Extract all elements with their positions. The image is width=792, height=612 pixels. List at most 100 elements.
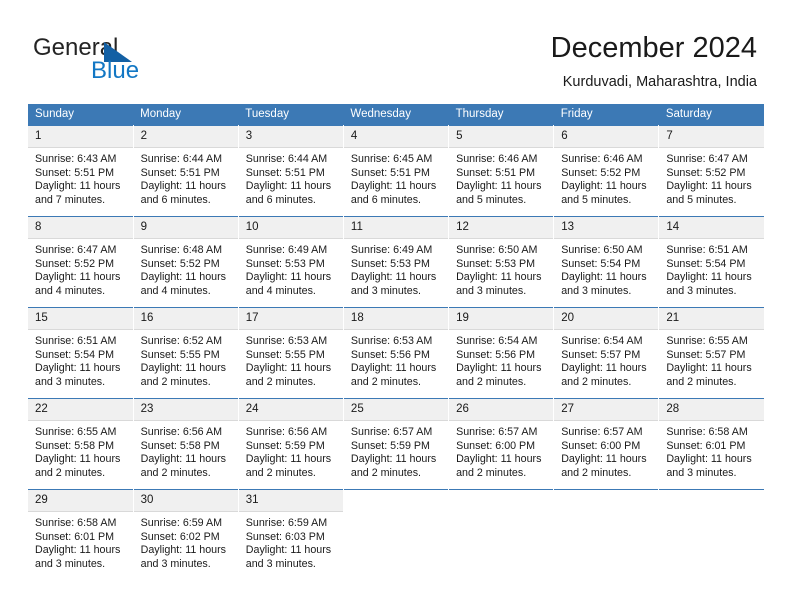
sunrise-text: Sunrise: 6:52 AM (140, 335, 223, 347)
daylight-text-line1: Daylight: 11 hours (666, 362, 752, 375)
day-cell[interactable]: 1 Sunrise: 6:43 AM Sunset: 5:51 PM Dayli… (28, 125, 134, 217)
daylight-text-line1: Daylight: 11 hours (35, 453, 121, 466)
day-cell[interactable]: 10 Sunrise: 6:49 AM Sunset: 5:53 PM Dayl… (238, 216, 344, 308)
daylight-text-line1: Daylight: 11 hours (350, 362, 437, 375)
day-number: 3 (238, 126, 343, 148)
sunset-text: Sunset: 6:00 PM (561, 439, 641, 452)
day-cell[interactable]: 29 Sunrise: 6:58 AM Sunset: 6:01 PM Dayl… (28, 489, 134, 580)
day-cell[interactable]: 31 Sunrise: 6:59 AM Sunset: 6:03 PM Dayl… (238, 489, 344, 580)
day-details: Sunrise: 6:49 AM Sunset: 5:53 PM Dayligh… (344, 239, 448, 298)
day-number: 7 (659, 126, 764, 148)
day-number: 1 (28, 126, 133, 148)
day-number: 20 (554, 308, 659, 330)
day-cell[interactable]: 22 Sunrise: 6:55 AM Sunset: 5:58 PM Dayl… (28, 398, 134, 490)
daylight-text-line2: and 3 minutes. (35, 557, 106, 570)
day-number: 22 (28, 399, 133, 421)
day-cell[interactable]: 25 Sunrise: 6:57 AM Sunset: 5:59 PM Dayl… (343, 398, 450, 490)
daylight-text-line1: Daylight: 11 hours (350, 271, 437, 284)
daylight-text-line1: Daylight: 11 hours (561, 271, 647, 284)
day-number: 2 (133, 126, 238, 148)
week-row: 1 Sunrise: 6:43 AM Sunset: 5:51 PM Dayli… (28, 125, 764, 217)
sunrise-text: Sunrise: 6:54 AM (456, 335, 538, 347)
daylight-text-line2: and 3 minutes. (666, 466, 737, 479)
daylight-text-line1: Daylight: 11 hours (140, 362, 226, 375)
day-number: 14 (659, 217, 764, 239)
day-details: Sunrise: 6:50 AM Sunset: 5:53 PM Dayligh… (449, 239, 553, 298)
daylight-text-line1: Daylight: 11 hours (245, 362, 332, 375)
sunset-text: Sunset: 5:59 PM (350, 439, 430, 452)
day-cell[interactable]: 24 Sunrise: 6:56 AM Sunset: 5:59 PM Dayl… (238, 398, 344, 490)
sunset-text: Sunset: 5:52 PM (666, 166, 746, 179)
day-details: Sunrise: 6:46 AM Sunset: 5:51 PM Dayligh… (449, 148, 553, 207)
day-cell-empty (658, 489, 764, 580)
sunrise-text: Sunrise: 6:47 AM (35, 244, 117, 256)
day-cell[interactable]: 17 Sunrise: 6:53 AM Sunset: 5:55 PM Dayl… (238, 307, 344, 399)
day-number: 29 (28, 490, 133, 512)
sunrise-text: Sunrise: 6:49 AM (245, 244, 328, 256)
weekday-header-friday: Friday (553, 104, 659, 126)
day-details: Sunrise: 6:58 AM Sunset: 6:01 PM Dayligh… (659, 421, 764, 480)
day-cell[interactable]: 8 Sunrise: 6:47 AM Sunset: 5:52 PM Dayli… (28, 216, 134, 308)
day-cell[interactable]: 23 Sunrise: 6:56 AM Sunset: 5:58 PM Dayl… (133, 398, 239, 490)
day-cell[interactable]: 14 Sunrise: 6:51 AM Sunset: 5:54 PM Dayl… (658, 216, 764, 308)
daylight-text-line1: Daylight: 11 hours (666, 271, 752, 284)
week-row: 8 Sunrise: 6:47 AM Sunset: 5:52 PM Dayli… (28, 216, 764, 308)
day-cell[interactable]: 26 Sunrise: 6:57 AM Sunset: 6:00 PM Dayl… (448, 398, 555, 490)
day-cell[interactable]: 15 Sunrise: 6:51 AM Sunset: 5:54 PM Dayl… (28, 307, 134, 399)
day-cell[interactable]: 4 Sunrise: 6:45 AM Sunset: 5:51 PM Dayli… (343, 125, 450, 217)
weekday-header-row: Sunday Monday Tuesday Wednesday Thursday… (28, 104, 764, 126)
day-cell[interactable]: 28 Sunrise: 6:58 AM Sunset: 6:01 PM Dayl… (658, 398, 764, 490)
brand-logo[interactable]: General Blue (33, 34, 263, 90)
day-number: 25 (343, 399, 449, 421)
sunrise-text: Sunrise: 6:57 AM (561, 426, 643, 438)
day-cell[interactable]: 21 Sunrise: 6:55 AM Sunset: 5:57 PM Dayl… (658, 307, 764, 399)
sunrise-text: Sunrise: 6:46 AM (561, 153, 643, 165)
day-cell[interactable]: 5 Sunrise: 6:46 AM Sunset: 5:51 PM Dayli… (448, 125, 555, 217)
daylight-text-line1: Daylight: 11 hours (35, 180, 121, 193)
sunrise-text: Sunrise: 6:59 AM (140, 517, 223, 529)
day-cell[interactable]: 11 Sunrise: 6:49 AM Sunset: 5:53 PM Dayl… (343, 216, 450, 308)
daylight-text-line2: and 3 minutes. (140, 557, 211, 570)
sunrise-text: Sunrise: 6:44 AM (245, 153, 328, 165)
day-number: 15 (28, 308, 133, 330)
daylight-text-line1: Daylight: 11 hours (350, 453, 437, 466)
day-cell[interactable]: 30 Sunrise: 6:59 AM Sunset: 6:02 PM Dayl… (133, 489, 239, 580)
sunrise-text: Sunrise: 6:51 AM (35, 335, 117, 347)
sunrise-text: Sunrise: 6:55 AM (666, 335, 748, 347)
sunset-text: Sunset: 6:01 PM (35, 530, 115, 543)
calendar-page: General Blue December 2024 Kurduvadi, Ma… (0, 0, 792, 612)
day-cell[interactable]: 27 Sunrise: 6:57 AM Sunset: 6:00 PM Dayl… (553, 398, 660, 490)
day-cell[interactable]: 20 Sunrise: 6:54 AM Sunset: 5:57 PM Dayl… (553, 307, 660, 399)
day-cell[interactable]: 16 Sunrise: 6:52 AM Sunset: 5:55 PM Dayl… (133, 307, 239, 399)
day-cell[interactable]: 9 Sunrise: 6:48 AM Sunset: 5:52 PM Dayli… (133, 216, 239, 308)
day-details: Sunrise: 6:57 AM Sunset: 6:00 PM Dayligh… (554, 421, 658, 480)
daylight-text-line2: and 3 minutes. (350, 284, 422, 297)
day-details: Sunrise: 6:52 AM Sunset: 5:55 PM Dayligh… (134, 330, 238, 389)
day-details: Sunrise: 6:45 AM Sunset: 5:51 PM Dayligh… (344, 148, 448, 207)
sunset-text: Sunset: 5:56 PM (350, 348, 430, 361)
daylight-text-line1: Daylight: 11 hours (561, 180, 647, 193)
day-cell[interactable]: 19 Sunrise: 6:54 AM Sunset: 5:56 PM Dayl… (448, 307, 555, 399)
day-number: 6 (554, 126, 659, 148)
day-cell[interactable]: 18 Sunrise: 6:53 AM Sunset: 5:56 PM Dayl… (343, 307, 450, 399)
daylight-text-line2: and 5 minutes. (561, 193, 632, 206)
sunset-text: Sunset: 5:57 PM (666, 348, 746, 361)
sunrise-text: Sunrise: 6:57 AM (350, 426, 433, 438)
sunset-text: Sunset: 5:54 PM (35, 348, 115, 361)
sunset-text: Sunset: 5:53 PM (350, 257, 430, 270)
sunrise-text: Sunrise: 6:56 AM (140, 426, 223, 438)
day-cell[interactable]: 3 Sunrise: 6:44 AM Sunset: 5:51 PM Dayli… (238, 125, 344, 217)
day-details: Sunrise: 6:47 AM Sunset: 5:52 PM Dayligh… (659, 148, 764, 207)
sunset-text: Sunset: 5:56 PM (456, 348, 536, 361)
day-details: Sunrise: 6:43 AM Sunset: 5:51 PM Dayligh… (28, 148, 133, 207)
sunset-text: Sunset: 6:02 PM (140, 530, 220, 543)
sunset-text: Sunset: 6:01 PM (666, 439, 746, 452)
day-cell[interactable]: 12 Sunrise: 6:50 AM Sunset: 5:53 PM Dayl… (448, 216, 555, 308)
day-cell[interactable]: 7 Sunrise: 6:47 AM Sunset: 5:52 PM Dayli… (658, 125, 764, 217)
day-number: 31 (238, 490, 343, 512)
day-cell[interactable]: 2 Sunrise: 6:44 AM Sunset: 5:51 PM Dayli… (133, 125, 239, 217)
day-cell[interactable]: 13 Sunrise: 6:50 AM Sunset: 5:54 PM Dayl… (553, 216, 660, 308)
week-row: 15 Sunrise: 6:51 AM Sunset: 5:54 PM Dayl… (28, 307, 764, 399)
day-number: 27 (554, 399, 659, 421)
day-cell[interactable]: 6 Sunrise: 6:46 AM Sunset: 5:52 PM Dayli… (553, 125, 660, 217)
